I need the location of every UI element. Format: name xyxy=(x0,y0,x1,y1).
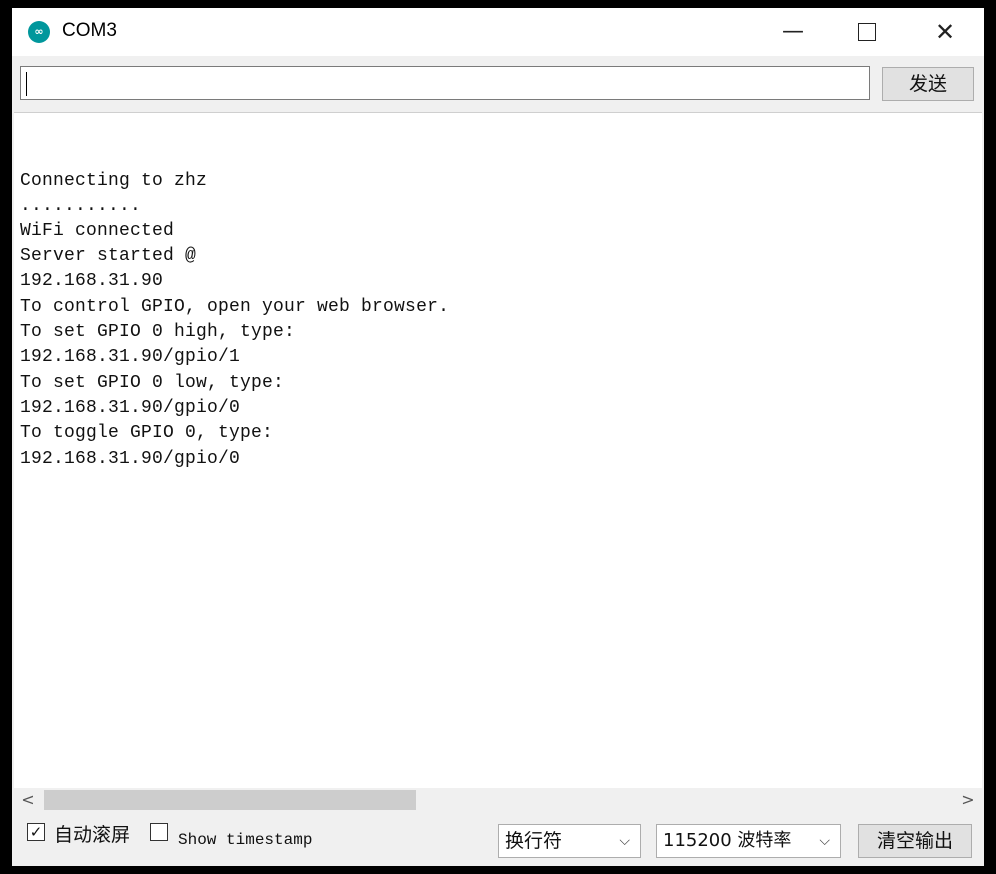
output-line: 192.168.31.90/gpio/0 xyxy=(20,398,241,418)
serial-monitor-window: ∞ COM3 — ✕ 发送 Connecting to zhz ........… xyxy=(12,8,984,866)
output-line: 192.168.31.90/gpio/1 xyxy=(20,347,241,367)
minimize-button[interactable]: — xyxy=(756,8,830,56)
output-line: To toggle GPIO 0, type: xyxy=(20,423,274,443)
maximize-button[interactable] xyxy=(830,8,904,56)
output-line: WiFi connected xyxy=(20,221,175,241)
output-line: Server started @ xyxy=(20,246,197,266)
scroll-right-icon[interactable]: > xyxy=(956,788,980,812)
text-caret xyxy=(26,72,27,96)
horizontal-scrollbar[interactable]: < > xyxy=(14,788,982,812)
title-bar[interactable]: ∞ COM3 — ✕ xyxy=(12,8,984,56)
window-title: COM3 xyxy=(62,20,117,41)
arduino-icon: ∞ xyxy=(28,21,50,43)
chevron-down-icon: ⌵ xyxy=(619,833,630,849)
maximize-icon xyxy=(858,23,876,41)
line-ending-select[interactable]: 换行符 ⌵ xyxy=(498,824,641,858)
output-line: Connecting to zhz xyxy=(20,171,208,191)
output-line: To set GPIO 0 low, type: xyxy=(20,373,285,393)
autoscroll-checkbox[interactable]: ✓ xyxy=(27,823,45,841)
output-line: ........... xyxy=(20,196,142,216)
baud-rate-value: 115200 波特率 xyxy=(663,830,792,851)
scroll-left-icon[interactable]: < xyxy=(16,788,40,812)
close-icon: ✕ xyxy=(934,18,956,46)
autoscroll-label[interactable]: 自动滚屏 xyxy=(54,820,130,847)
output-line: 192.168.31.90/gpio/0 xyxy=(20,449,241,469)
baud-rate-select[interactable]: 115200 波特率 ⌵ xyxy=(656,824,841,858)
line-ending-value: 换行符 xyxy=(505,830,563,852)
chevron-down-icon: ⌵ xyxy=(819,833,830,849)
show-timestamp-checkbox[interactable] xyxy=(150,823,168,841)
output-line: 192.168.31.90 xyxy=(20,271,164,291)
send-button[interactable]: 发送 xyxy=(882,67,974,101)
close-button[interactable]: ✕ xyxy=(908,8,982,56)
output-line: To set GPIO 0 high, type: xyxy=(20,322,296,342)
output-line: To control GPIO, open your web browser. xyxy=(20,297,450,317)
show-timestamp-label[interactable]: Show timestamp xyxy=(178,831,312,849)
scroll-thumb[interactable] xyxy=(44,790,416,810)
send-input[interactable] xyxy=(20,66,870,100)
minimize-icon: — xyxy=(782,19,804,44)
clear-output-button[interactable]: 清空输出 xyxy=(858,824,972,858)
serial-output[interactable]: Connecting to zhz ........... WiFi conne… xyxy=(14,112,982,789)
